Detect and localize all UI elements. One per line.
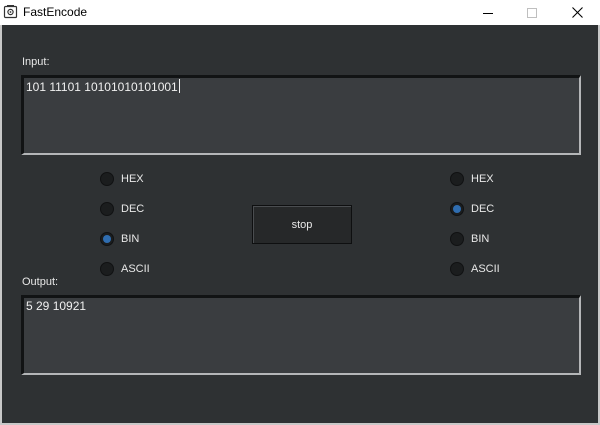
input-textbox[interactable]: 101 11101 10101010101001	[21, 75, 581, 155]
app-icon	[3, 5, 18, 19]
radio-label: DEC	[121, 203, 145, 215]
window-title: FastEncode	[23, 5, 88, 19]
output-textbox[interactable]: 5 29 10921	[21, 295, 581, 375]
radio-button-selected[interactable]	[100, 232, 114, 246]
radio-label: HEX	[471, 173, 494, 185]
radio-selected-dot	[453, 205, 461, 213]
radio-button[interactable]	[450, 232, 464, 246]
radio-selected-dot	[103, 235, 111, 243]
output-format-ascii[interactable]: ASCII	[450, 261, 500, 277]
output-label: Output:	[22, 276, 59, 288]
input-format-bin[interactable]: BIN	[100, 231, 139, 247]
input-label: Input:	[22, 56, 50, 68]
input-format-ascii[interactable]: ASCII	[100, 261, 150, 277]
radio-label: HEX	[121, 173, 144, 185]
radio-button-selected[interactable]	[450, 202, 464, 216]
input-text: 101 11101 10101010101001	[26, 80, 178, 94]
minimize-icon	[483, 12, 493, 14]
title-bar[interactable]: FastEncode	[0, 0, 600, 26]
close-button[interactable]	[554, 0, 600, 25]
radio-button[interactable]	[100, 262, 114, 276]
output-text: 5 29 10921	[26, 299, 87, 313]
maximize-icon	[527, 7, 537, 18]
radio-label: ASCII	[471, 263, 500, 275]
input-format-dec[interactable]: DEC	[100, 201, 144, 217]
stop-button-label: stop	[291, 218, 313, 231]
radio-label: ASCII	[121, 263, 150, 275]
radio-label: BIN	[121, 233, 140, 245]
radio-button[interactable]	[450, 262, 464, 276]
output-format-hex[interactable]: HEX	[450, 171, 494, 187]
radio-label: DEC	[471, 203, 495, 215]
app-body: Input: 101 11101 10101010101001 HEX DEC …	[0, 25, 600, 425]
close-icon	[571, 7, 583, 18]
input-format-hex[interactable]: HEX	[100, 171, 144, 187]
text-caret	[178, 79, 180, 93]
radio-button[interactable]	[100, 172, 114, 186]
minimize-button[interactable]	[465, 0, 511, 25]
output-format-bin[interactable]: BIN	[450, 231, 489, 247]
radio-button[interactable]	[100, 202, 114, 216]
radio-button[interactable]	[450, 172, 464, 186]
stop-button[interactable]: stop	[252, 205, 352, 244]
radio-label: BIN	[471, 233, 490, 245]
output-format-dec[interactable]: DEC	[450, 201, 494, 217]
maximize-button[interactable]	[509, 0, 555, 25]
